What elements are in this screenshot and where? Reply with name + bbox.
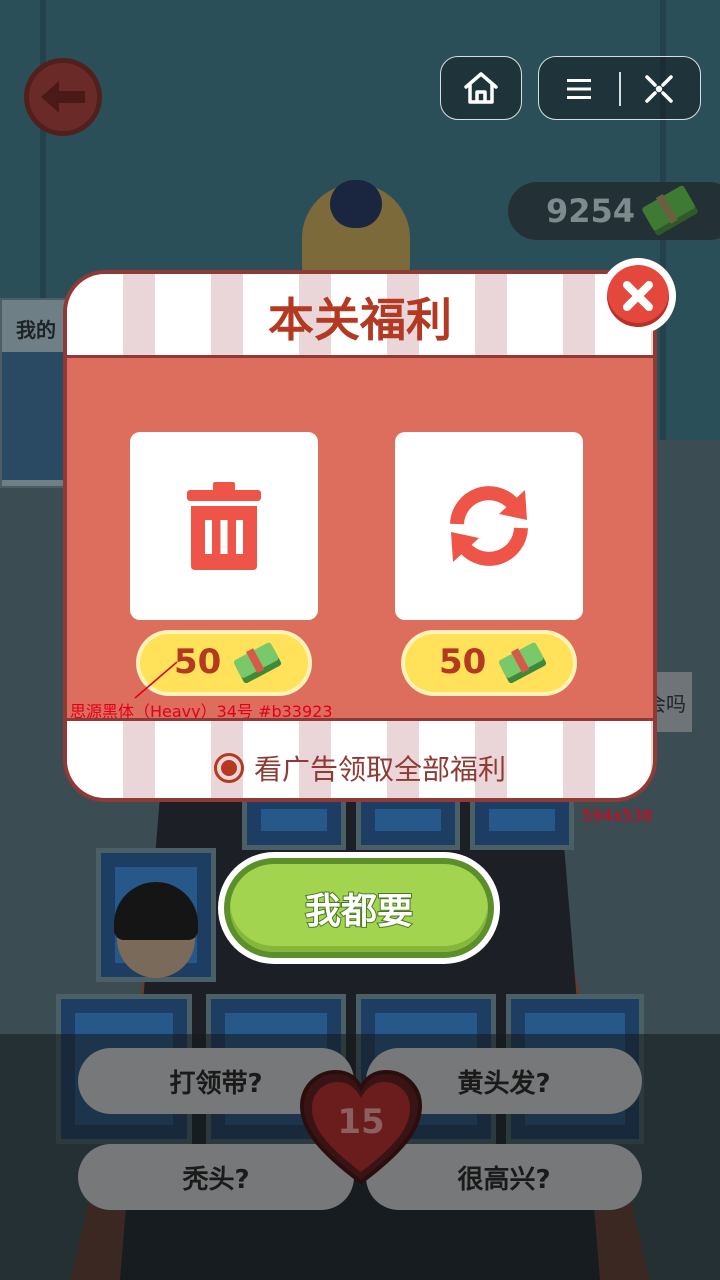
- my-card-label: 我的: [16, 318, 56, 342]
- capsule-divider: [619, 72, 621, 106]
- menu-icon: [567, 79, 591, 99]
- back-button[interactable]: [24, 58, 102, 136]
- board-card: [96, 848, 216, 982]
- close-miniprogram-button[interactable]: [639, 69, 679, 109]
- close-miniprogram-icon: [645, 75, 673, 103]
- watch-ad-option[interactable]: 看广告领取全部福利: [67, 743, 653, 793]
- dialog-close-button[interactable]: [600, 258, 676, 334]
- coin-count: 9254: [546, 192, 636, 230]
- annotation-line: [134, 661, 178, 699]
- home-button[interactable]: [440, 56, 522, 120]
- close-icon: [623, 281, 653, 311]
- cash-stack-icon: [642, 185, 698, 236]
- arrow-left-icon: [41, 81, 85, 113]
- lives-heart: 15: [298, 1068, 424, 1188]
- take-all-label: 我都要: [304, 890, 414, 933]
- take-all-button[interactable]: 我都要: [218, 852, 500, 964]
- menu-button[interactable]: [559, 69, 599, 109]
- design-size-note: 594x538: [582, 806, 653, 825]
- level-bonus-dialog: 本关福利 50 50 思源黑体（Heavy）34号 #b33923 看广告领取全…: [63, 270, 657, 802]
- radio-selected-icon: [213, 753, 244, 783]
- miniprogram-capsule: [538, 56, 701, 120]
- lives-count: 15: [337, 1102, 385, 1142]
- coin-counter: 9254: [508, 182, 720, 240]
- watch-ad-label: 看广告领取全部福利: [253, 753, 506, 786]
- home-icon: [464, 72, 498, 104]
- dialog-footer: 看广告领取全部福利: [67, 718, 653, 798]
